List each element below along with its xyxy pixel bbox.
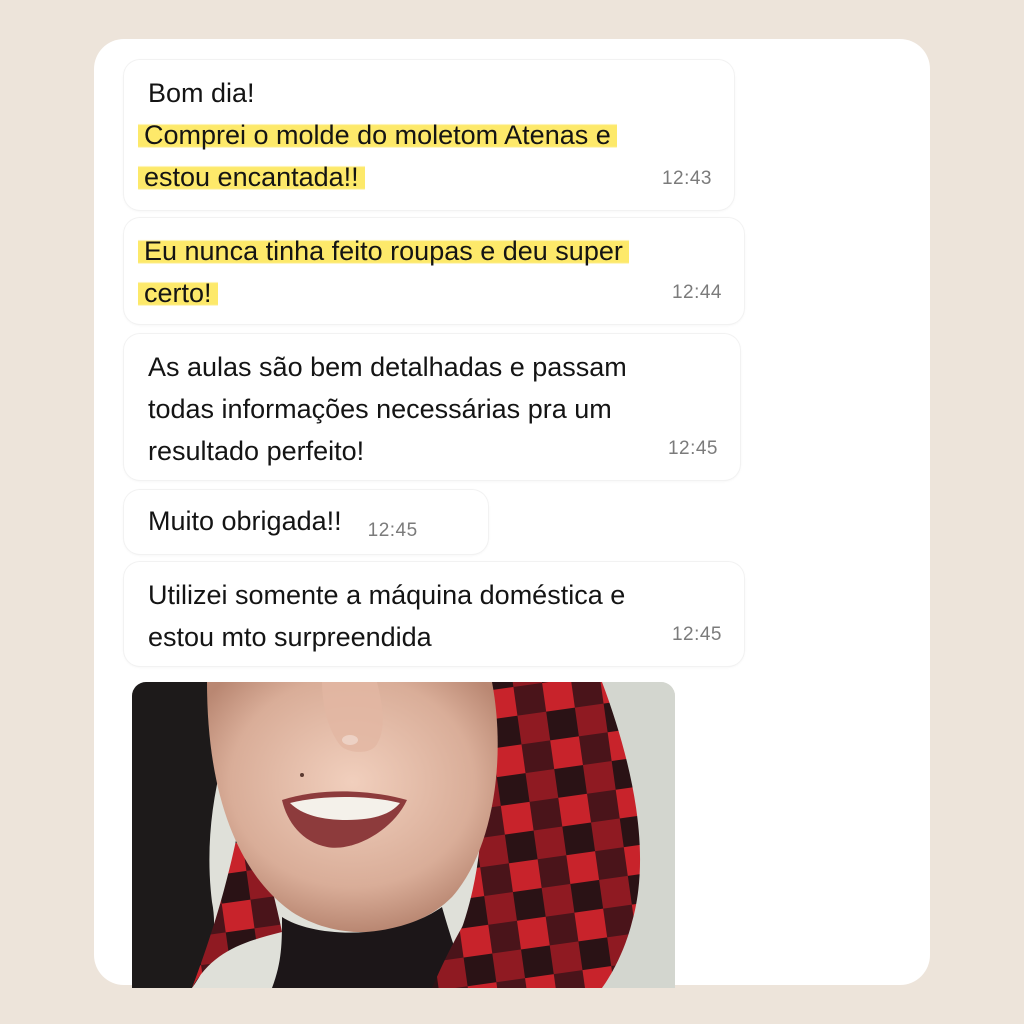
message-bubble[interactable]: Eu nunca tinha feito roupas e deu super … <box>124 218 744 324</box>
message-text-highlighted: estou encantada!! <box>138 162 365 192</box>
message-text-highlighted: Eu nunca tinha feito roupas e deu super <box>138 236 629 266</box>
message-text: resultado perfeito! <box>148 436 365 466</box>
message-bubble[interactable]: As aulas são bem detalhadas e passam tod… <box>124 334 740 480</box>
message-timestamp: 12:45 <box>671 624 722 645</box>
message-timestamp: 12:43 <box>661 168 712 189</box>
message-text: estou mto surpreendida <box>148 622 432 652</box>
photo-message[interactable] <box>132 682 675 988</box>
message-bubble[interactable]: Utilizei somente a máquina doméstica e e… <box>124 562 744 666</box>
message-text-highlighted: Comprei o molde do moletom Atenas e <box>138 120 617 150</box>
message-bubble[interactable]: Muito obrigada!! 12:45 <box>124 490 488 554</box>
message-text-highlighted: certo! <box>138 278 218 308</box>
message-text: todas informações necessárias pra um <box>148 394 612 424</box>
message-text: Muito obrigada!! <box>148 506 342 536</box>
message-text: As aulas são bem detalhadas e passam <box>148 352 627 382</box>
message-timestamp: 12:45 <box>367 520 418 541</box>
message-text: Bom dia! <box>148 78 255 108</box>
message-text: Utilizei somente a máquina doméstica e <box>148 580 626 610</box>
message-bubble[interactable]: Bom dia! Comprei o molde do moletom Aten… <box>124 60 734 210</box>
selfie-photo <box>132 682 675 988</box>
message-timestamp: 12:45 <box>667 438 718 459</box>
message-timestamp: 12:44 <box>671 282 722 303</box>
